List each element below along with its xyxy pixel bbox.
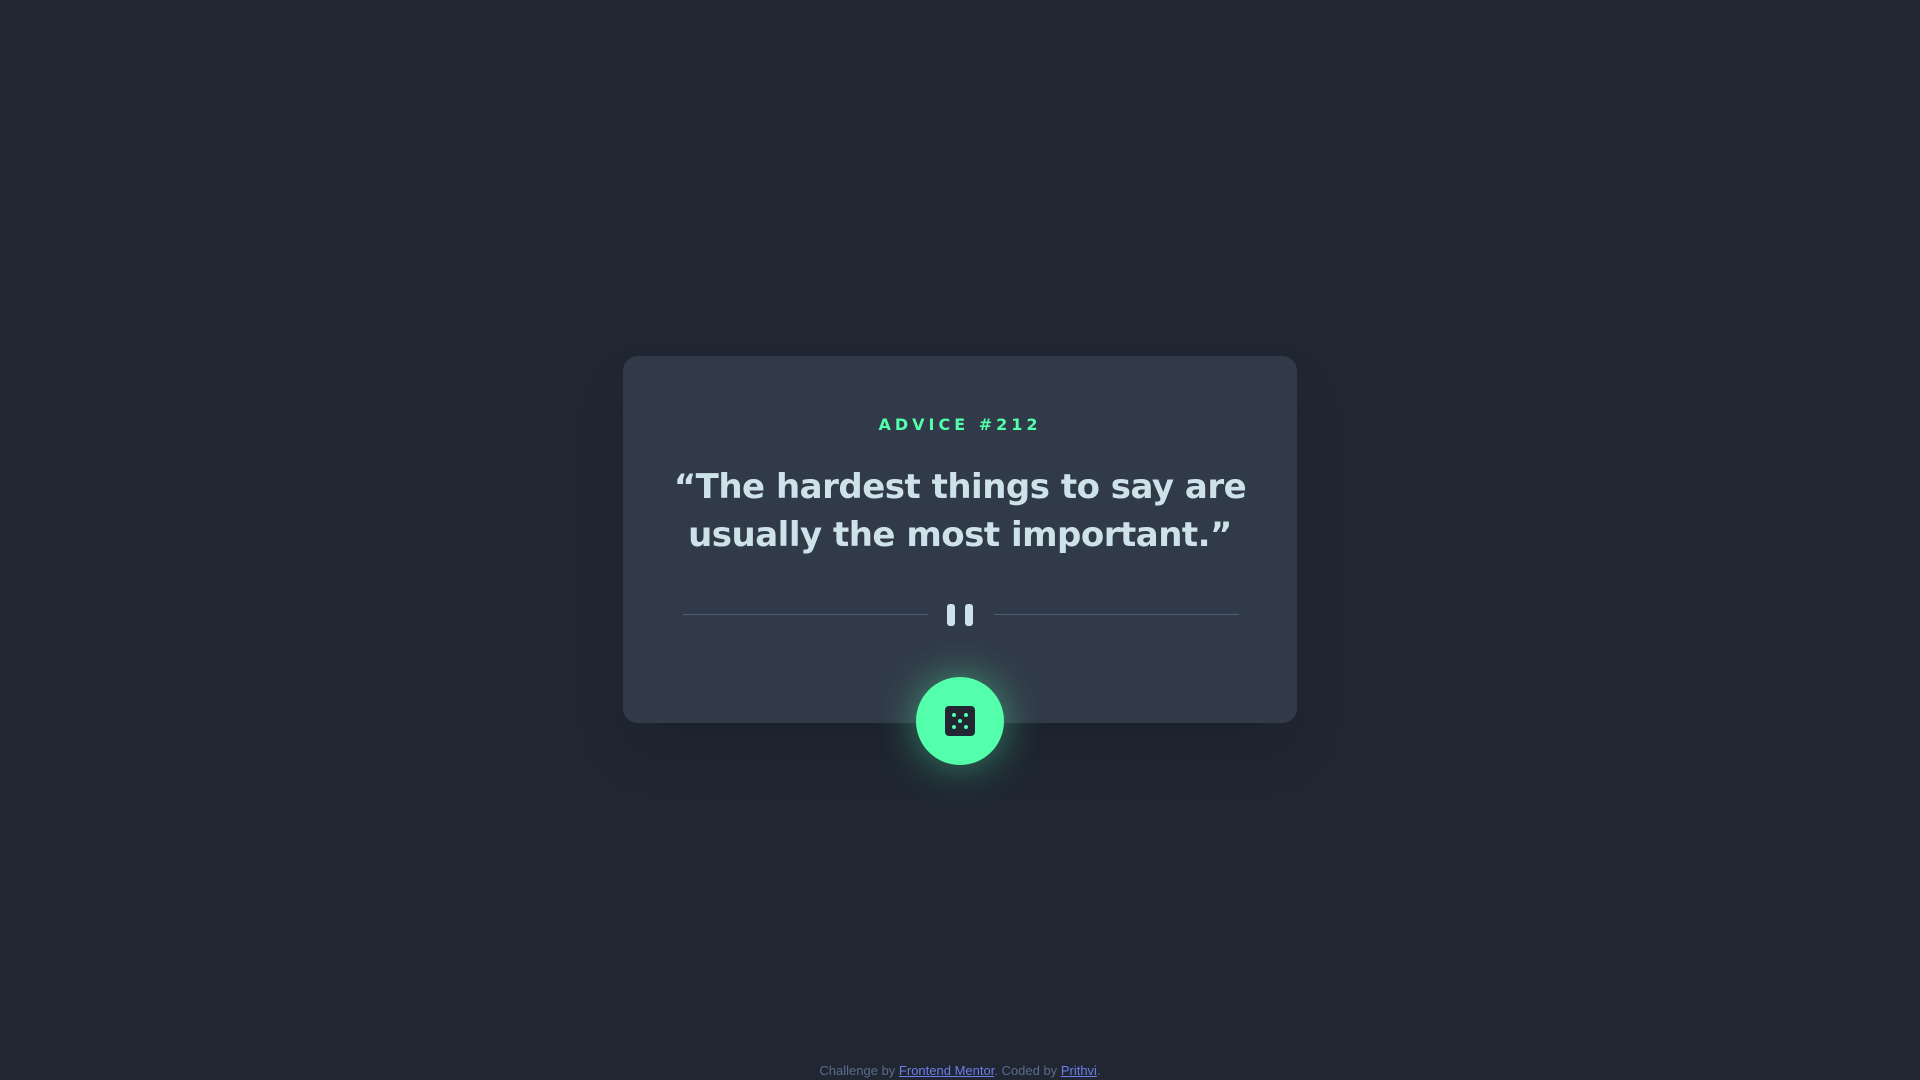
dice-pip (964, 713, 968, 717)
dice-pip (952, 713, 956, 717)
dice-pip (964, 725, 968, 729)
frontend-mentor-link[interactable]: Frontend Mentor (899, 1063, 994, 1078)
advice-card: ADVICE #212 “The hardest things to say a… (623, 356, 1297, 723)
advice-id: ADVICE #212 (878, 415, 1042, 434)
divider-line-left (683, 614, 928, 615)
dice-pip (952, 725, 956, 729)
pause-icon (947, 604, 973, 626)
pause-bar-right (965, 604, 973, 626)
divider-line-right (994, 614, 1239, 615)
divider (683, 604, 1239, 626)
attribution-middle: . Coded by (994, 1063, 1061, 1078)
pause-bar-left (947, 604, 955, 626)
attribution: Challenge by Frontend Mentor. Coded by P… (0, 1063, 1920, 1078)
author-link[interactable]: Prithvi (1061, 1063, 1097, 1078)
page: ADVICE #212 “The hardest things to say a… (0, 0, 1920, 1080)
generate-advice-button[interactable] (916, 677, 1004, 765)
attribution-suffix: . (1096, 1063, 1101, 1078)
dice-pip (958, 719, 962, 723)
advice-quote: “The hardest things to say are usually t… (673, 467, 1247, 555)
dice-icon (945, 706, 975, 736)
attribution-prefix: Challenge by (819, 1063, 899, 1078)
